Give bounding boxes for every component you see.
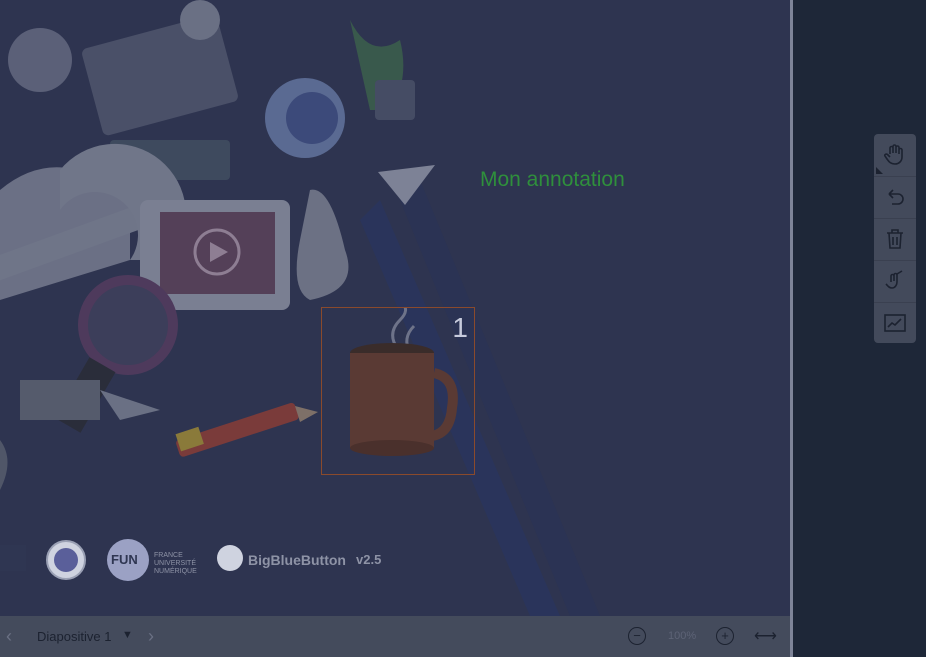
whiteboard-toolbar [874,134,916,343]
undo-icon [888,189,904,205]
bbb-logo-icon [217,545,243,571]
slide-number-label: 1 [452,312,468,343]
panel-divider[interactable] [790,0,793,657]
multi-user-pen-icon [885,270,903,289]
text-annotation[interactable]: Mon annotation [480,168,625,192]
chevron-right-icon[interactable]: › [148,626,154,647]
zoom-value: 100% [668,630,697,642]
chart-line-icon [884,314,906,332]
slide-selector[interactable]: Diapositive 1 [37,629,111,644]
zoom-in-button[interactable]: + [716,627,734,645]
hand-icon [883,144,903,165]
chevron-left-icon[interactable]: ‹ [6,626,12,647]
trash-icon [887,229,903,249]
undo-tool[interactable] [874,176,916,219]
fun-text: FRANCE UNIVERSITÉ NUMÉRIQUE [154,552,197,575]
chevron-down-icon[interactable]: ▼ [122,629,133,641]
pan-tool[interactable] [874,134,916,177]
fun-badge: FUN [111,552,138,567]
bbb-version: v2.5 [356,552,382,567]
coffee-mug-placeholder[interactable]: 1 [321,301,475,475]
clear-tool[interactable] [874,218,916,261]
coffee-mug-icon [350,301,458,456]
multi-user-tool[interactable] [874,260,916,303]
zoom-out-button[interactable]: − [628,627,646,645]
whiteboard-tool[interactable] [874,302,916,344]
fit-width-icon[interactable]: ⟷ [754,626,777,646]
bbb-name: BigBlueButton [248,552,346,568]
presentation-slide[interactable]: Mon annotation 1 FUN FRANCE UNIVERSITÉ N… [0,0,790,616]
